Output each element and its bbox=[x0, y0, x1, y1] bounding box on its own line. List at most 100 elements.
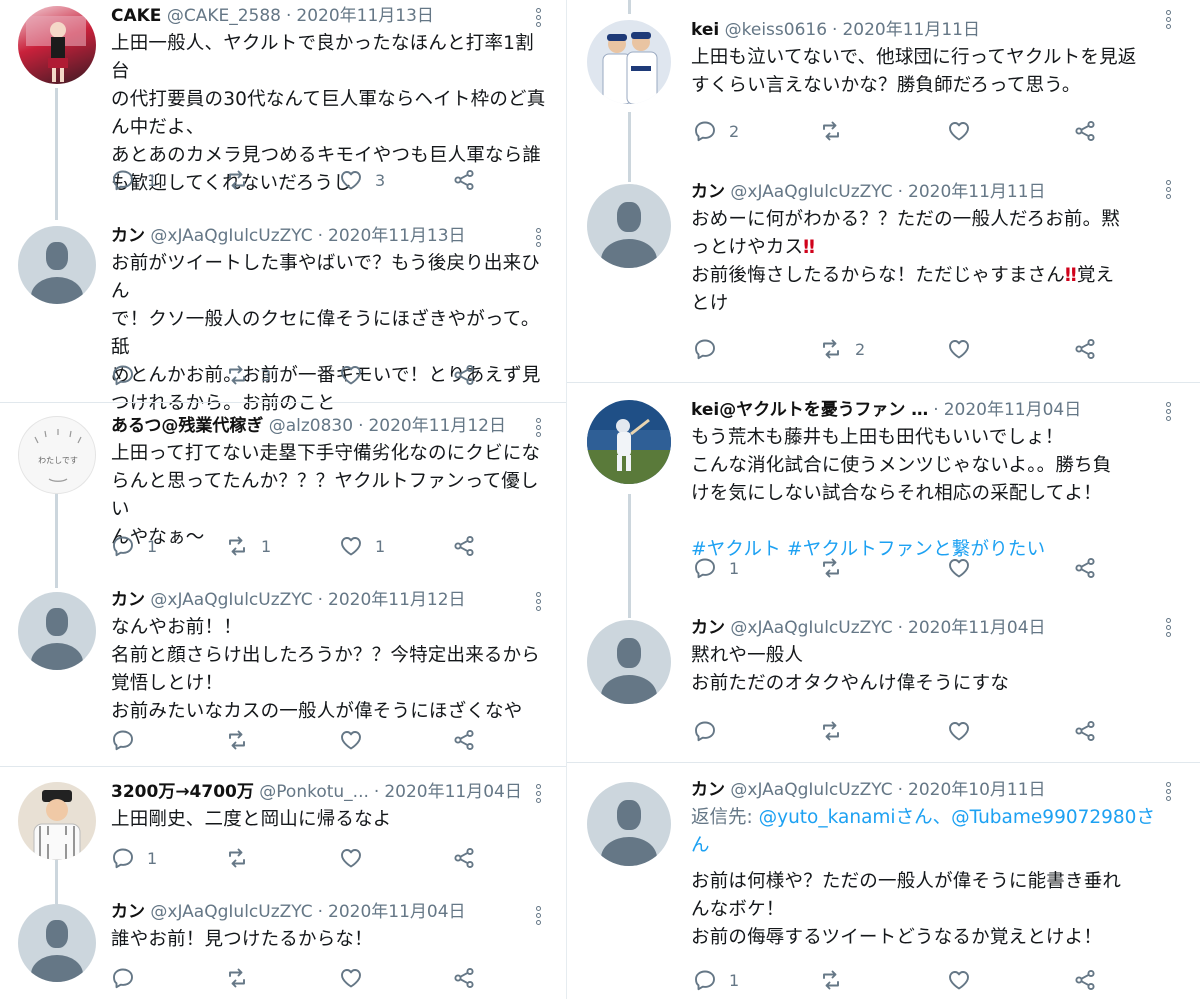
like-button[interactable] bbox=[947, 336, 971, 362]
reply-button[interactable] bbox=[693, 718, 717, 744]
more-options-icon[interactable] bbox=[1166, 180, 1172, 201]
avatar[interactable] bbox=[18, 6, 96, 84]
tweet[interactable]: カン @xJAaQgIulcUzZYC · 2020年10月11日 返信先: @yu… bbox=[567, 764, 1200, 999]
share-button[interactable] bbox=[452, 533, 476, 559]
display-name[interactable]: カン bbox=[111, 590, 145, 610]
share-button[interactable] bbox=[1073, 967, 1097, 993]
reply-button[interactable]: 1 bbox=[111, 845, 157, 871]
share-button[interactable] bbox=[1073, 718, 1097, 744]
display-name[interactable]: カン bbox=[691, 618, 725, 638]
like-button[interactable] bbox=[947, 967, 971, 993]
reply-button[interactable]: 2 bbox=[693, 118, 739, 144]
display-name[interactable]: CAKE bbox=[111, 6, 161, 26]
user-handle[interactable]: @xJAaQgIulcUzZYC bbox=[730, 182, 892, 202]
like-button[interactable] bbox=[339, 727, 363, 753]
reply-button[interactable] bbox=[111, 362, 135, 388]
retweet-button[interactable] bbox=[819, 718, 843, 744]
user-handle[interactable]: @xJAaQgIulcUzZYC bbox=[150, 226, 312, 246]
more-options-icon[interactable] bbox=[1166, 402, 1172, 423]
display-name[interactable]: カン bbox=[111, 902, 145, 922]
reply-button[interactable]: 1 bbox=[111, 167, 157, 193]
reply-button[interactable]: 1 bbox=[693, 555, 739, 581]
share-button[interactable] bbox=[452, 965, 476, 991]
retweet-button[interactable] bbox=[819, 118, 843, 144]
retweet-button[interactable]: 2 bbox=[819, 336, 865, 362]
tweet[interactable]: kei @keiss0616 · 2020年11月11日 上田も泣いてないで、他球団… bbox=[567, 0, 1200, 170]
retweet-button[interactable]: 1 bbox=[225, 533, 271, 559]
tweet-date[interactable]: 2020年11月12日 bbox=[368, 416, 506, 436]
tweet[interactable]: kei@ヤクルトを憂うファン … · 2020年11月04日 もう荒木も藤井も上田も… bbox=[567, 384, 1200, 602]
like-button[interactable]: 3 bbox=[339, 167, 385, 193]
avatar[interactable] bbox=[587, 400, 671, 484]
like-button[interactable]: 1 bbox=[339, 533, 385, 559]
more-options-icon[interactable] bbox=[1166, 782, 1172, 803]
display-name[interactable]: あるつ@残業代稼ぎ bbox=[111, 416, 263, 436]
share-button[interactable] bbox=[452, 167, 476, 193]
mention-link[interactable]: @Tubame99072980さ bbox=[951, 807, 1155, 828]
user-handle[interactable]: @xJAaQgIulcUzZYC bbox=[730, 780, 892, 800]
user-handle[interactable]: @xJAaQgIulcUzZYC bbox=[150, 902, 312, 922]
reply-button[interactable] bbox=[111, 727, 135, 753]
avatar[interactable] bbox=[587, 184, 671, 268]
like-button[interactable] bbox=[947, 718, 971, 744]
display-name[interactable]: 3200万→4700万 bbox=[111, 782, 254, 802]
user-handle[interactable]: @xJAaQgIulcUzZYC bbox=[150, 590, 312, 610]
avatar[interactable]: わたしです bbox=[18, 416, 96, 494]
tweet-date[interactable]: 2020年11月04日 bbox=[328, 902, 466, 922]
share-button[interactable] bbox=[1073, 118, 1097, 144]
avatar[interactable] bbox=[18, 226, 96, 304]
display-name[interactable]: kei@ヤクルトを憂うファン … bbox=[691, 400, 928, 420]
retweet-button[interactable] bbox=[225, 727, 249, 753]
reply-button[interactable]: 1 bbox=[693, 967, 739, 993]
share-button[interactable] bbox=[452, 845, 476, 871]
user-handle[interactable]: @xJAaQgIulcUzZYC bbox=[730, 618, 892, 638]
tweet[interactable]: 3200万→4700万 @Ponkotu_... · 2020年11月04日 上田剛… bbox=[0, 768, 566, 886]
tweet[interactable]: カン @xJAaQgIulcUzZYC · 2020年11月13日 お前がツイートし… bbox=[0, 210, 566, 414]
share-button[interactable] bbox=[1073, 555, 1097, 581]
like-button[interactable] bbox=[947, 118, 971, 144]
tweet[interactable]: わたしです あるつ@残業代稼ぎ @alz0830 · 2020年11月12日 上田っ… bbox=[0, 404, 566, 580]
reply-button[interactable]: 1 bbox=[111, 533, 157, 559]
retweet-button[interactable] bbox=[819, 555, 843, 581]
tweet-date[interactable]: 2020年11月13日 bbox=[328, 226, 466, 246]
retweet-button[interactable] bbox=[225, 965, 249, 991]
retweet-button[interactable] bbox=[225, 845, 249, 871]
mention-link[interactable]: ん bbox=[691, 835, 710, 856]
tweet[interactable]: CAKE @CAKE_2588 · 2020年11月13日 上田一般人、ヤクルトで良… bbox=[0, 0, 566, 210]
avatar[interactable] bbox=[587, 782, 671, 866]
share-button[interactable] bbox=[452, 362, 476, 388]
tweet-date[interactable]: 2020年11月12日 bbox=[328, 590, 466, 610]
tweet-date[interactable]: 2020年10月11日 bbox=[908, 780, 1046, 800]
share-button[interactable] bbox=[1073, 336, 1097, 362]
avatar[interactable] bbox=[587, 620, 671, 704]
avatar[interactable] bbox=[18, 592, 96, 670]
tweet[interactable]: カン @xJAaQgIulcUzZYC · 2020年11月04日 黙れや一般人 お… bbox=[567, 602, 1200, 760]
avatar[interactable] bbox=[587, 20, 671, 104]
more-options-icon[interactable] bbox=[1166, 618, 1172, 639]
avatar[interactable] bbox=[18, 904, 96, 982]
avatar[interactable] bbox=[18, 782, 96, 860]
display-name[interactable]: カン bbox=[691, 182, 725, 202]
tweet[interactable]: カン @xJAaQgIulcUzZYC · 2020年11月04日 誰やお前！見つけ… bbox=[0, 886, 566, 999]
display-name[interactable]: カン bbox=[111, 226, 145, 246]
reply-button[interactable] bbox=[111, 965, 135, 991]
tweet-date[interactable]: 2020年11月13日 bbox=[296, 6, 434, 26]
user-handle[interactable]: @CAKE_2588 bbox=[167, 6, 281, 26]
user-handle[interactable]: @Ponkotu_... bbox=[259, 782, 369, 802]
like-button[interactable] bbox=[339, 845, 363, 871]
tweet-date[interactable]: 2020年11月04日 bbox=[384, 782, 522, 802]
like-button[interactable] bbox=[947, 555, 971, 581]
retweet-button[interactable] bbox=[225, 167, 249, 193]
user-handle[interactable]: @alz0830 bbox=[269, 416, 353, 436]
tweet-date[interactable]: 2020年11月11日 bbox=[908, 182, 1046, 202]
retweet-button[interactable] bbox=[819, 967, 843, 993]
like-button[interactable] bbox=[339, 965, 363, 991]
tweet[interactable]: カン @xJAaQgIulcUzZYC · 2020年11月11日 おめーに何がわか… bbox=[567, 170, 1200, 380]
tweet-date[interactable]: 2020年11月11日 bbox=[842, 20, 980, 40]
tweet[interactable]: カン @xJAaQgIulcUzZYC · 2020年11月12日 なんやお前！！ … bbox=[0, 580, 566, 764]
share-button[interactable] bbox=[452, 727, 476, 753]
display-name[interactable]: カン bbox=[691, 780, 725, 800]
tweet-date[interactable]: 2020年11月04日 bbox=[944, 400, 1082, 420]
mention-link[interactable]: @yuto_kanamiさん bbox=[759, 807, 933, 828]
tweet-date[interactable]: 2020年11月04日 bbox=[908, 618, 1046, 638]
